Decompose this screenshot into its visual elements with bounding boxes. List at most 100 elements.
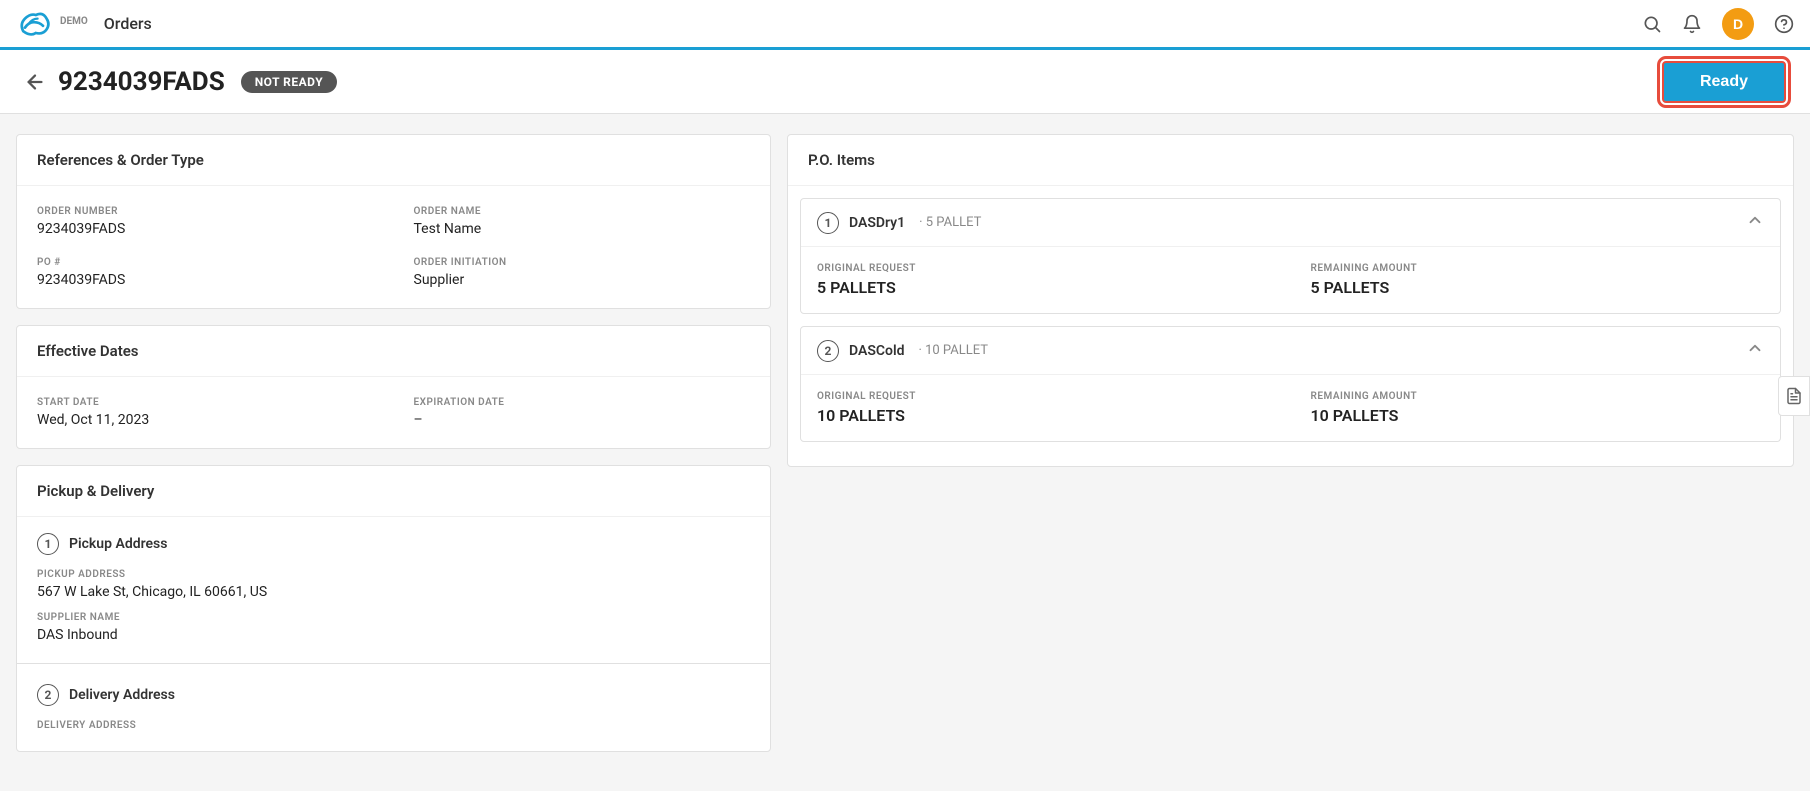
section-divider [17,663,770,664]
po-item-1-title: 1 DASDry1 · 5 PALLET [817,212,981,234]
order-initiation-label: ORDER INITIATION [414,257,751,268]
order-name-value: Test Name [414,221,751,237]
side-panel-button[interactable] [1778,376,1810,416]
po-item-1-num: 1 [817,212,839,234]
start-date-label: START DATE [37,397,374,408]
user-button[interactable]: D [1722,8,1754,40]
order-initiation-value: Supplier [414,272,751,288]
help-button[interactable] [1774,14,1794,34]
start-date-value: Wed, Oct 11, 2023 [37,412,374,428]
start-date-field: START DATE Wed, Oct 11, 2023 [37,397,374,428]
pickup-address-fields: PICKUP ADDRESS 567 W Lake St, Chicago, I… [37,569,750,643]
po-item-1: 1 DASDry1 · 5 PALLET ORIGINAL REQUEST [800,198,1781,314]
effective-dates-header: Effective Dates [17,326,770,377]
po-items-body: 1 DASDry1 · 5 PALLET ORIGINAL REQUEST [788,186,1793,466]
po-number-label: PO # [37,257,374,268]
pickup-title-text: Pickup Address [69,536,167,552]
expiration-date-label: EXPIRATION DATE [414,397,751,408]
delivery-address-section: 2 Delivery Address DELIVERY ADDRESS [17,668,770,751]
order-number-field: ORDER NUMBER 9234039FADS [37,206,374,237]
po-items-header: P.O. Items [788,135,1793,186]
order-number-title: 9234039FADS [58,67,225,97]
po-item-1-subtitle: · 5 PALLET [919,215,981,230]
po-item-2-name: DASCold [849,343,904,359]
pickup-address-value: 567 W Lake St, Chicago, IL 60661, US [37,584,750,600]
po-item-2-original-request: ORIGINAL REQUEST 10 PALLETS [817,391,1271,425]
po-item-1-body: ORIGINAL REQUEST 5 PALLETS REMAINING AMO… [801,247,1780,313]
back-arrow-icon [24,71,46,93]
order-initiation-field: ORDER INITIATION Supplier [414,257,751,288]
pickup-address-field: PICKUP ADDRESS 567 W Lake St, Chicago, I… [37,569,750,600]
po-item-2-original-request-label: ORIGINAL REQUEST [817,391,1271,402]
search-icon [1642,14,1662,34]
nav-title: Orders [104,14,152,33]
document-icon [1785,387,1803,405]
back-button[interactable] [24,71,46,93]
po-item-2-num: 2 [817,340,839,362]
order-name-field: ORDER NAME Test Name [414,206,751,237]
po-number-field: PO # 9234039FADS [37,257,374,288]
po-item-2: 2 DASCold · 10 PALLET ORIGINAL REQUES [800,326,1781,442]
po-items-card: P.O. Items 1 DASDry1 · 5 PALLET [787,134,1794,467]
po-item-2-remaining-amount-label: REMAINING AMOUNT [1311,391,1765,402]
po-item-1-remaining-amount-value: 5 PALLETS [1311,278,1765,297]
po-item-1-original-request-value: 5 PALLETS [817,278,1271,297]
delivery-address-field: DELIVERY ADDRESS [37,720,750,735]
effective-dates-body: START DATE Wed, Oct 11, 2023 EXPIRATION … [17,377,770,448]
po-item-2-original-request-value: 10 PALLETS [817,406,1271,425]
logo-icon [16,6,52,42]
delivery-address-title: 2 Delivery Address [37,684,750,706]
ready-button[interactable]: Ready [1662,61,1786,103]
chevron-up-icon [1746,211,1764,229]
po-item-1-original-request: ORIGINAL REQUEST 5 PALLETS [817,263,1271,297]
pickup-delivery-header: Pickup & Delivery [17,466,770,517]
expiration-date-value: – [414,412,751,428]
delivery-circle-num: 2 [37,684,59,706]
delivery-address-fields: DELIVERY ADDRESS [37,720,750,735]
notifications-button[interactable] [1682,14,1702,34]
expiration-date-field: EXPIRATION DATE – [414,397,751,428]
supplier-name-value: DAS Inbound [37,627,750,643]
po-item-2-header: 2 DASCold · 10 PALLET [801,327,1780,375]
references-fields-grid: ORDER NUMBER 9234039FADS ORDER NAME Test… [37,206,750,288]
delivery-title-text: Delivery Address [69,687,175,703]
effective-dates-card: Effective Dates START DATE Wed, Oct 11, … [16,325,771,449]
order-name-label: ORDER NAME [414,206,751,217]
pickup-address-label: PICKUP ADDRESS [37,569,750,580]
references-card: References & Order Type ORDER NUMBER 923… [16,134,771,309]
demo-label: DEMO [60,16,88,27]
po-number-value: 9234039FADS [37,272,374,288]
po-item-2-subtitle: · 10 PALLET [918,343,988,358]
left-column: References & Order Type ORDER NUMBER 923… [16,134,771,771]
search-button[interactable] [1642,14,1662,34]
order-number-value: 9234039FADS [37,221,374,237]
bell-icon [1682,14,1702,34]
po-item-2-title: 2 DASCold · 10 PALLET [817,340,988,362]
pickup-address-section: 1 Pickup Address PICKUP ADDRESS 567 W La… [17,517,770,659]
po-item-1-original-request-label: ORIGINAL REQUEST [817,263,1271,274]
po-item-1-header: 1 DASDry1 · 5 PALLET [801,199,1780,247]
delivery-address-label: DELIVERY ADDRESS [37,720,750,731]
header-bar: 9234039FADS NOT READY Ready [0,50,1810,114]
order-number-label: ORDER NUMBER [37,206,374,217]
nav-icons: D [1642,8,1794,40]
help-icon [1774,14,1794,34]
pickup-address-title: 1 Pickup Address [37,533,750,555]
main-content: References & Order Type ORDER NUMBER 923… [0,114,1810,791]
top-nav: DEMO Orders D [0,0,1810,50]
po-item-1-name: DASDry1 [849,215,905,231]
pickup-circle-num: 1 [37,533,59,555]
references-card-header: References & Order Type [17,135,770,186]
right-column: P.O. Items 1 DASDry1 · 5 PALLET [787,134,1794,771]
po-item-2-collapse-button[interactable] [1746,339,1764,362]
supplier-name-label: SUPPLIER NAME [37,612,750,623]
effective-dates-grid: START DATE Wed, Oct 11, 2023 EXPIRATION … [37,397,750,428]
po-item-1-remaining-amount: REMAINING AMOUNT 5 PALLETS [1311,263,1765,297]
po-item-1-remaining-amount-label: REMAINING AMOUNT [1311,263,1765,274]
po-item-1-collapse-button[interactable] [1746,211,1764,234]
po-item-2-remaining-amount: REMAINING AMOUNT 10 PALLETS [1311,391,1765,425]
chevron-up-icon-2 [1746,339,1764,357]
references-card-body: ORDER NUMBER 9234039FADS ORDER NAME Test… [17,186,770,308]
po-item-2-remaining-amount-value: 10 PALLETS [1311,406,1765,425]
status-badge: NOT READY [241,71,337,93]
